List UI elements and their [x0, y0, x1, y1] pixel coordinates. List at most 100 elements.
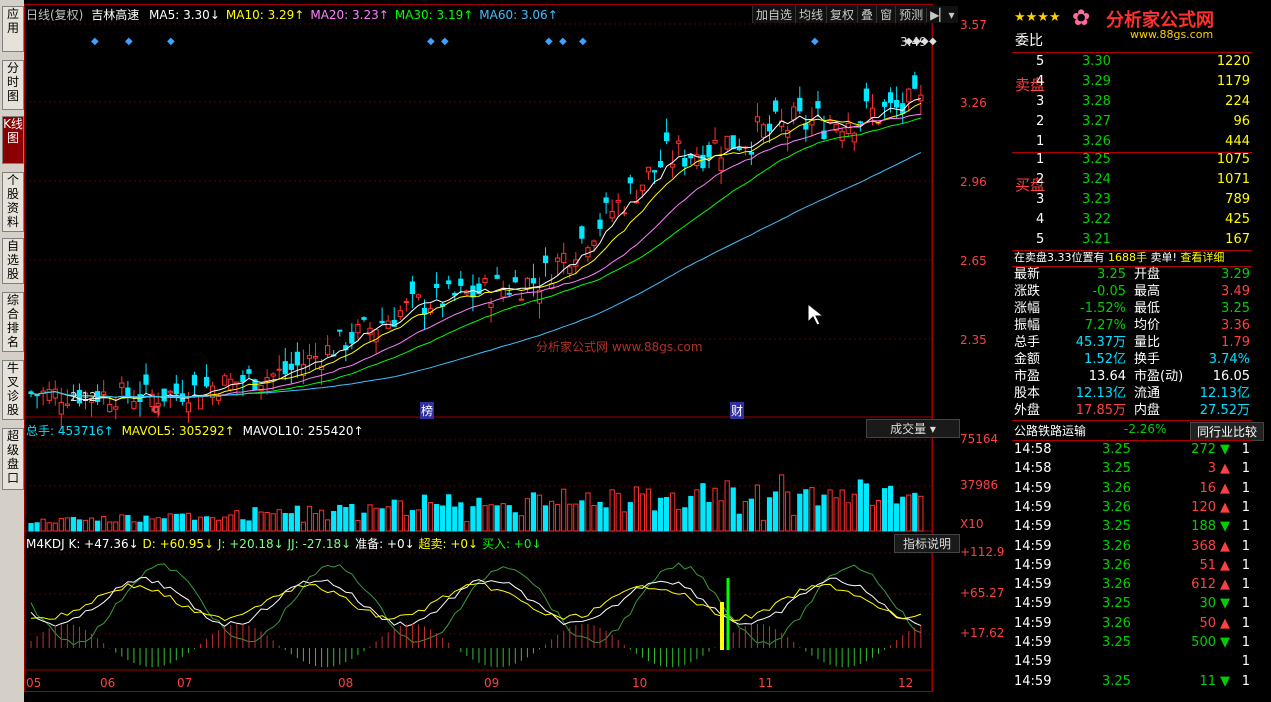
volume-bar [609, 489, 615, 532]
volume-bar [203, 516, 210, 532]
candle-body [403, 301, 409, 304]
volume-bar [458, 502, 464, 532]
volume-bar [785, 491, 791, 532]
level-volume: 1075 [1216, 152, 1250, 167]
volume-bar [615, 492, 621, 532]
candle-body [754, 116, 761, 123]
candle-body [839, 131, 845, 141]
candle-body [567, 266, 573, 275]
candle-body [736, 147, 742, 151]
candle-body [815, 101, 821, 109]
tab-diagnosis[interactable]: 牛叉诊股 [2, 360, 24, 420]
stat-row: 振幅 7.27% 均价 3.36 [1012, 317, 1252, 334]
tick-time: 14:58 [1014, 442, 1052, 457]
notice-detail-link[interactable]: 查看详细 [1180, 251, 1224, 264]
level-number: 1 [1036, 152, 1045, 167]
volume-bar [500, 503, 506, 532]
candle-body [46, 388, 52, 401]
volume-bar [228, 514, 234, 532]
tab-intraday[interactable]: 分时图 [2, 60, 24, 110]
volume-bar [881, 488, 888, 532]
ma60-line [30, 152, 922, 398]
volume-bar [415, 509, 422, 532]
tab-super-order[interactable]: 超级盘口 [2, 428, 24, 490]
tick-price: 3.25 [1102, 596, 1131, 612]
tick-count: 1 [1241, 461, 1250, 477]
order-book-row: 3 3.28 224 [1012, 92, 1252, 112]
month-07: 07 [177, 676, 193, 690]
volume-bar [736, 513, 742, 532]
overlay-button[interactable]: 叠 [857, 6, 876, 23]
collapse-icon[interactable]: ▶▏▾ [926, 8, 957, 22]
diamond-marker-icon: ◆ [929, 36, 937, 47]
tab-watchlist[interactable]: 自选股 [2, 238, 24, 284]
tick-price: 3.26 [1102, 557, 1131, 573]
marker-finance[interactable]: 财 [730, 402, 745, 419]
volume-bar [210, 517, 216, 532]
volume-bar [88, 517, 95, 532]
adjust-button[interactable]: 复权 [826, 6, 857, 23]
buy-signal-bar [720, 602, 724, 650]
volume-bar [706, 502, 712, 532]
vol-tick-1: 75164 [960, 432, 999, 446]
industry-compare-button[interactable]: 同行业比较 [1190, 422, 1265, 441]
level-price: 3.23 [1082, 192, 1111, 207]
tick-price: 3.26 [1102, 499, 1131, 515]
kline-chart-area[interactable]: ◆ ◆ ◆ ◆ ◆ ◆ ◆ ◆ ◆ ◆ ◆ ◆ ◆ 日线(复权) 吉林高速 MA5: 3.30↓ MA10… [24, 4, 1004, 694]
tick-row: 14:59 3.26 612 ▲ 1 [1012, 575, 1252, 594]
industry-name[interactable]: 公路铁路运输 [1014, 422, 1086, 439]
volume-bar [397, 500, 403, 532]
tick-volume: 16 [1199, 480, 1216, 496]
stat-label: 开盘 [1134, 267, 1161, 282]
candle-body [530, 278, 537, 284]
marker-q[interactable]: q [152, 402, 161, 416]
volume-bar [779, 474, 785, 532]
volume-bar [639, 493, 646, 532]
tab-ranking[interactable]: 综合排名 [2, 292, 24, 352]
stat-label: 外盘 [1014, 403, 1041, 418]
candle-body [863, 88, 870, 102]
tick-volume: 51 [1199, 557, 1216, 573]
tab-kline[interactable]: K线图 [2, 116, 24, 164]
volume-bar [403, 514, 409, 532]
volume-bar [542, 505, 549, 532]
window-button[interactable]: 窗 [876, 6, 895, 23]
tick-volume: 50 [1199, 615, 1216, 631]
stat-value: 3.74% [1208, 352, 1250, 367]
candle-body [246, 369, 252, 374]
tab-apps[interactable]: 应用 [2, 6, 24, 52]
candle-body [240, 374, 246, 383]
candle-body [125, 387, 131, 398]
ma-button[interactable]: 均线 [795, 6, 826, 23]
add-watchlist-button[interactable]: 加自选 [752, 6, 795, 23]
volume-bar [803, 489, 809, 532]
indicator-help-button[interactable]: 指标说明 [894, 534, 960, 553]
big-order-notice[interactable]: 在卖盘3.33位置有 1688手 卖单! 查看详细 [1014, 249, 1224, 267]
arrow-up-icon: ▲ [1220, 499, 1230, 515]
candle-body [306, 354, 313, 359]
kline-chart-svg[interactable]: ◆ ◆ ◆ ◆ ◆ ◆ ◆ ◆ ◆ ◆ ◆ ◆ ◆ [24, 4, 962, 694]
volume-bar [682, 507, 688, 532]
arrow-down-icon: ▼ [1220, 635, 1230, 650]
candle-body [651, 170, 658, 173]
candle-body [712, 139, 718, 144]
volume-bar [791, 514, 797, 532]
volume-indicator-select[interactable]: 成交量 ▾ [866, 419, 960, 438]
tab-stock-info[interactable]: 个股资料 [2, 172, 24, 232]
volume-bar [694, 489, 700, 532]
marker-rank[interactable]: 榜 [420, 402, 435, 419]
arrow-down-icon: ▼ [1220, 673, 1230, 689]
arrow-up-icon: ▲ [1220, 461, 1230, 477]
order-book-row: 1 3.25 1075 [1012, 150, 1252, 170]
level-number: 5 [1036, 54, 1045, 69]
forecast-button[interactable]: 预测 [895, 6, 926, 23]
volume-bar [579, 500, 585, 532]
volume-bar [664, 497, 670, 532]
tick-time: 14:59 [1014, 557, 1052, 573]
volume-bar [536, 494, 543, 532]
volume-bar [476, 497, 482, 532]
volume-bar [240, 519, 246, 532]
ma-legend: MA5: 3.30↓ MA10: 3.29↑ MA20: 3.23↑ MA30: 3.… [143, 8, 558, 22]
kdj-oversold: 超卖: +0↓ [418, 537, 479, 551]
volume-bar [70, 516, 77, 532]
